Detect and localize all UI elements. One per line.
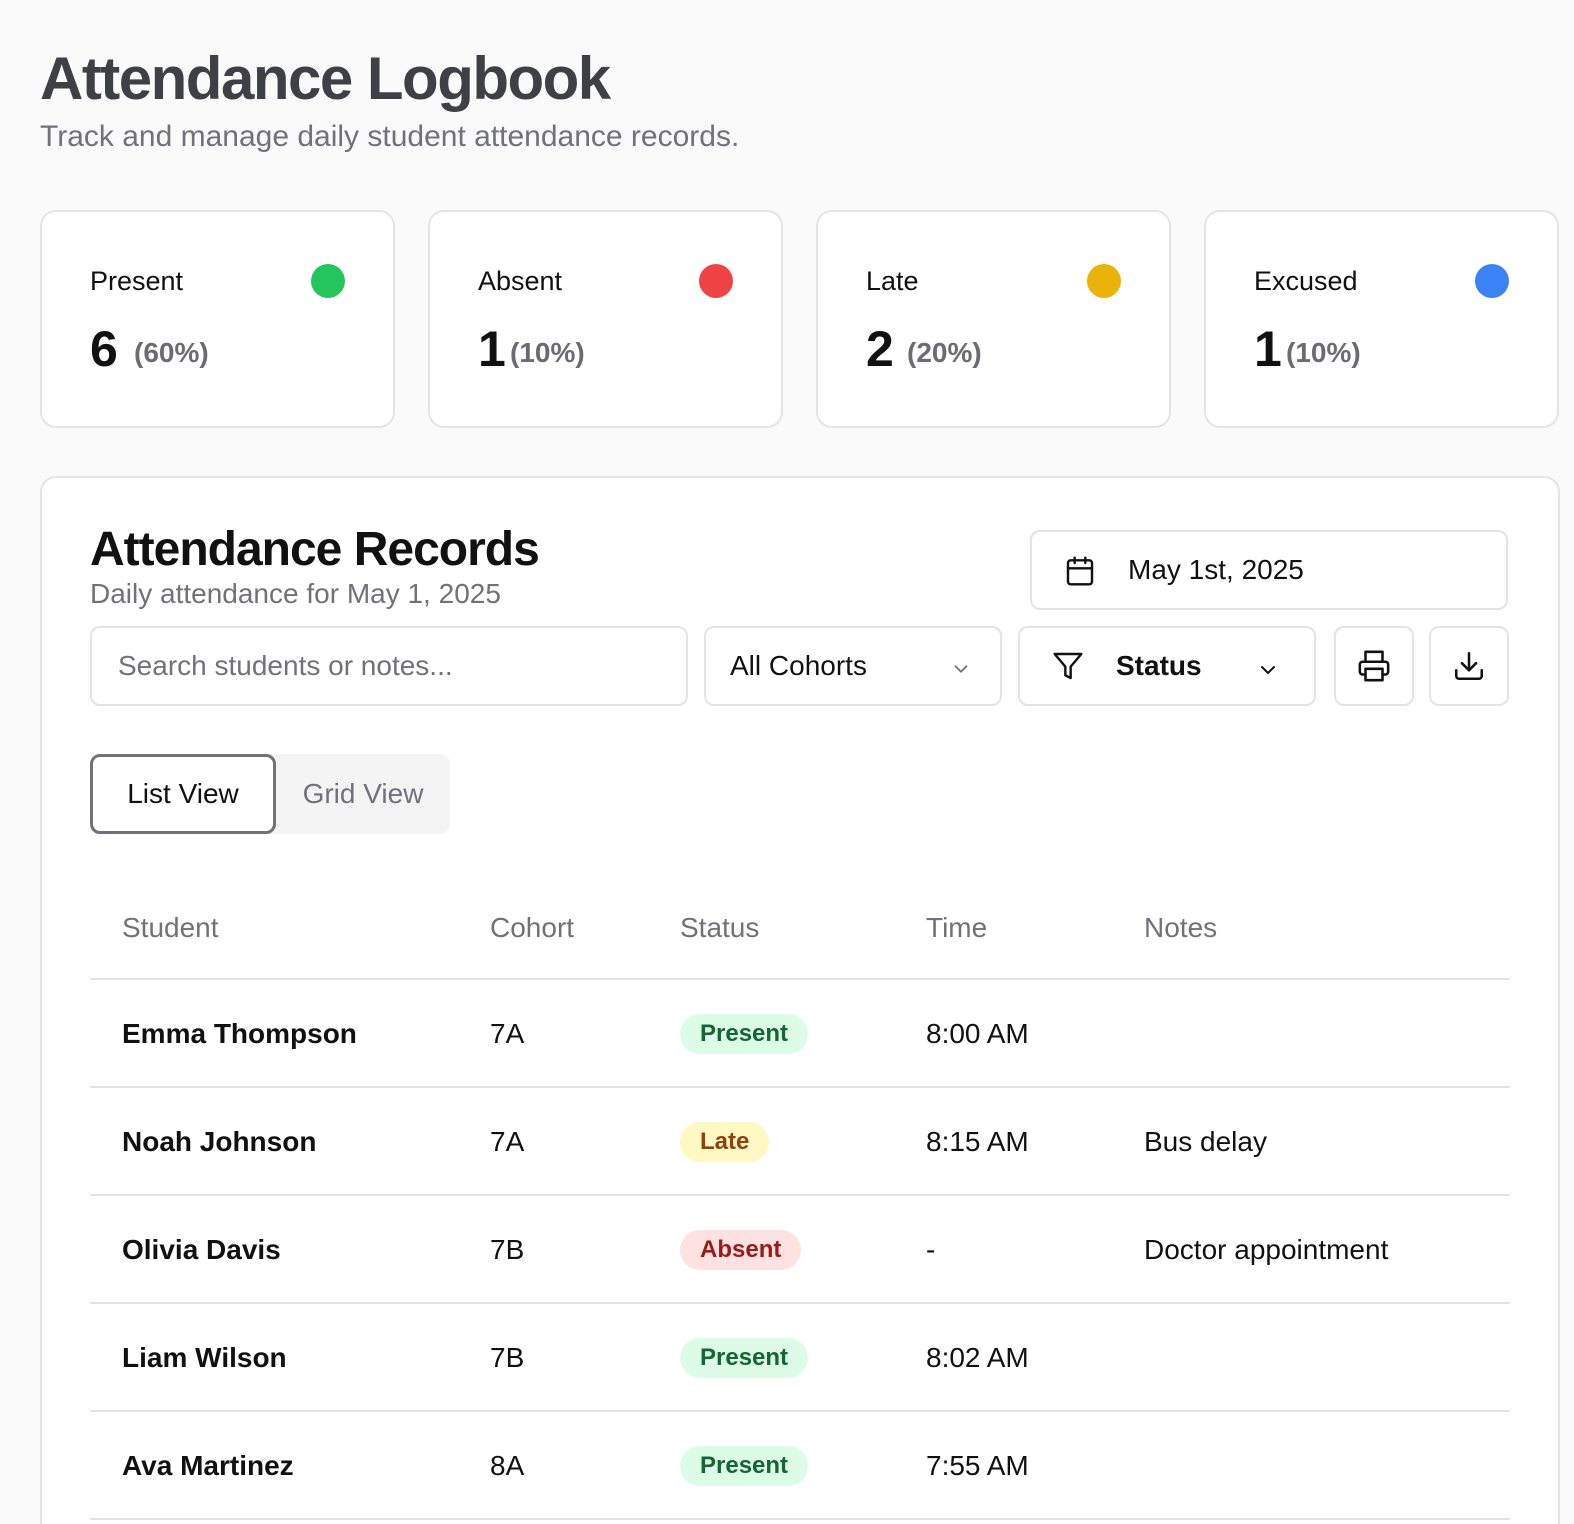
page-title: Attendance Logbook [40, 45, 611, 112]
date-picker-button[interactable]: May 1st, 2025 [1030, 530, 1508, 610]
stat-percent: (20%) [907, 337, 982, 368]
stat-card-late: Late 2 (20%) [816, 210, 1171, 428]
stat-count: 2 [866, 321, 894, 377]
cohort-cell: 7A [490, 1018, 525, 1049]
stat-percent: (10%) [1286, 337, 1361, 368]
status-badge: Present [680, 1446, 809, 1486]
print-button[interactable] [1334, 626, 1414, 706]
time-cell: 7:55 AM [926, 1450, 1029, 1481]
status-badge: Late [680, 1122, 770, 1162]
date-label: May 1st, 2025 [1128, 554, 1304, 585]
records-subtitle: Daily attendance for May 1, 2025 [90, 578, 501, 609]
printer-icon [1358, 650, 1390, 682]
status-filter-select[interactable]: Status [1018, 626, 1316, 706]
cohort-cell: 7B [490, 1342, 525, 1373]
time-cell: - [926, 1234, 936, 1265]
status-badge: Absent [680, 1230, 802, 1270]
status-dot-icon [1087, 264, 1121, 298]
status-dot-icon [699, 264, 733, 298]
list-view-tab[interactable]: List View [90, 754, 276, 834]
search-input[interactable] [90, 626, 688, 706]
status-badge: Present [680, 1338, 809, 1378]
status-dot-icon [1475, 264, 1509, 298]
student-name: Liam Wilson [122, 1342, 287, 1373]
table-row[interactable]: Liam Wilson 7B Present 8:02 AM [90, 1304, 1510, 1412]
table-row[interactable]: Olivia Davis 7B Absent - Doctor appointm… [90, 1196, 1510, 1304]
table-header: Student Cohort Status Time Notes [90, 874, 1510, 980]
time-cell: 8:02 AM [926, 1342, 1029, 1373]
stat-label: Excused [1254, 266, 1358, 296]
download-icon [1454, 651, 1484, 681]
column-header-status[interactable]: Status [680, 912, 759, 944]
attendance-records-panel: Attendance Records Daily attendance for … [40, 476, 1560, 1524]
chevron-down-icon [954, 665, 968, 673]
stat-percent: (60%) [134, 337, 209, 368]
column-header-notes[interactable]: Notes [1144, 912, 1217, 944]
attendance-page: Attendance Logbook Track and manage dail… [0, 0, 1574, 1524]
grid-view-tab[interactable]: Grid View [276, 754, 450, 834]
stat-count: 1 [478, 321, 506, 377]
cohort-cell: 7B [490, 1234, 525, 1265]
student-name: Olivia Davis [122, 1234, 281, 1265]
stat-label: Present [90, 266, 184, 296]
stat-card-excused: Excused 1 (10%) [1204, 210, 1559, 428]
column-header-cohort[interactable]: Cohort [490, 912, 574, 944]
chevron-down-icon [1261, 666, 1275, 674]
stat-card-present: Present 6 (60%) [40, 210, 395, 428]
stat-label: Absent [478, 266, 563, 296]
status-filter-label: Status [1116, 650, 1202, 681]
column-header-time[interactable]: Time [926, 912, 987, 944]
stat-percent: (10%) [510, 337, 585, 368]
stat-count: 6 [90, 321, 118, 377]
time-cell: 8:15 AM [926, 1126, 1029, 1157]
student-name: Emma Thompson [122, 1018, 357, 1049]
attendance-table: Student Cohort Status Time Notes Emma Th… [90, 874, 1510, 1520]
status-badge: Present [680, 1014, 809, 1054]
cohort-cell: 8A [490, 1450, 525, 1481]
notes-cell: Doctor appointment [1144, 1234, 1389, 1265]
cohort-select[interactable]: All Cohorts [704, 626, 1002, 706]
filter-icon [1053, 652, 1083, 680]
stat-label: Late [866, 266, 919, 296]
cohort-cell: 7A [490, 1126, 525, 1157]
download-button[interactable] [1429, 626, 1509, 706]
student-name: Ava Martinez [122, 1450, 294, 1481]
calendar-icon [1066, 556, 1094, 586]
status-dot-icon [311, 264, 345, 298]
table-row[interactable]: Ava Martinez 8A Present 7:55 AM [90, 1412, 1510, 1520]
stat-card-absent: Absent 1 (10%) [428, 210, 783, 428]
page-subtitle: Track and manage daily student attendanc… [40, 120, 740, 153]
view-toggle: List View Grid View [90, 754, 450, 834]
cohort-select-value: All Cohorts [730, 650, 867, 681]
stat-count: 1 [1254, 321, 1282, 377]
time-cell: 8:00 AM [926, 1018, 1029, 1049]
student-name: Noah Johnson [122, 1126, 317, 1157]
notes-cell: Bus delay [1144, 1126, 1267, 1157]
column-header-student[interactable]: Student [122, 912, 219, 944]
records-title: Attendance Records [90, 523, 540, 576]
table-row[interactable]: Noah Johnson 7A Late 8:15 AM Bus delay [90, 1088, 1510, 1196]
table-row[interactable]: Emma Thompson 7A Present 8:00 AM [90, 980, 1510, 1088]
